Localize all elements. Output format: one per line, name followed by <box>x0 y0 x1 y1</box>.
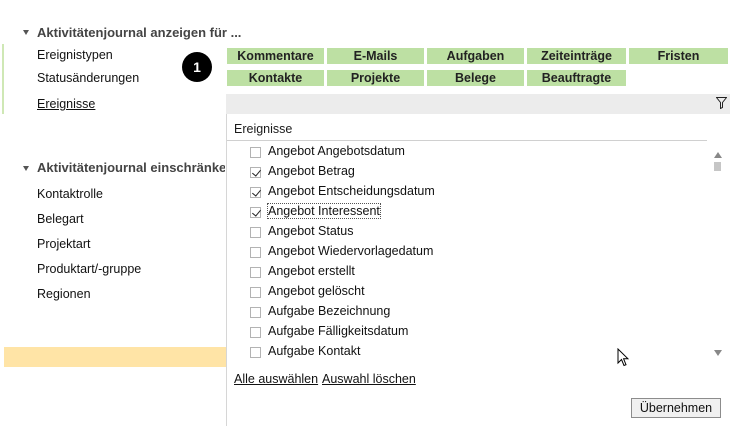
select-all-link[interactable]: Alle auswählen <box>234 372 318 386</box>
checkbox-checked[interactable] <box>250 167 261 178</box>
chip-kommentare[interactable]: Kommentare <box>226 47 325 65</box>
panel-header: Ereignisse <box>227 114 707 141</box>
list-item-label: Aufgabe Bezeichnung <box>268 304 391 318</box>
panel-header-label: Ereignisse <box>234 122 293 136</box>
list-item-label: Angebot Wiedervorlagedatum <box>268 244 434 258</box>
filter-icon[interactable] <box>716 97 727 109</box>
scroll-down-arrow-icon[interactable] <box>714 350 722 356</box>
apply-button[interactable]: Übernehmen <box>631 398 721 418</box>
checkbox[interactable] <box>250 267 261 278</box>
list-item-label: Aufgabe Kontakt <box>268 344 361 358</box>
chip-zeiteintraege[interactable]: Zeiteinträge <box>526 47 627 65</box>
highlight-row <box>4 347 226 367</box>
chip-emails[interactable]: E-Mails <box>326 47 425 65</box>
sidebar-item-statusaenderungen[interactable]: Statusänderungen <box>37 71 139 85</box>
sidebar-item-ereignistypen[interactable]: Ereignistypen <box>37 48 113 62</box>
list-item-label: Angebot Entscheidungsdatum <box>268 184 435 198</box>
checkmark-icon <box>252 167 261 177</box>
sidebar-item-projektart[interactable]: Projektart <box>37 237 91 251</box>
list-item-label: Angebot Interessent <box>267 203 381 219</box>
chip-belege[interactable]: Belege <box>426 69 525 87</box>
events-list: Angebot Angebotsdatum Angebot Betrag Ang… <box>227 142 707 368</box>
checkbox[interactable] <box>250 247 261 258</box>
chip-aufgaben[interactable]: Aufgaben <box>426 47 525 65</box>
list-item-label: Angebot Angebotsdatum <box>268 144 405 158</box>
list-item-label: Angebot erstellt <box>268 264 355 278</box>
sidebar-item-ereignisse[interactable]: Ereignisse <box>37 97 95 111</box>
checkbox-checked[interactable] <box>250 187 261 198</box>
sidebar-item-regionen[interactable]: Regionen <box>37 287 91 301</box>
sidebar-item-kontaktrolle[interactable]: Kontaktrolle <box>37 187 103 201</box>
checkbox-checked[interactable] <box>250 207 261 218</box>
checkbox[interactable] <box>250 287 261 298</box>
sidebar-item-belegart[interactable]: Belegart <box>37 212 84 226</box>
filter-bar <box>226 94 730 114</box>
scrollbar[interactable] <box>711 150 725 360</box>
list-item-label: Angebot gelöscht <box>268 284 365 298</box>
callout-badge-1: 1 <box>182 52 212 82</box>
section1-title[interactable]: Aktivitätenjournal anzeigen für ... <box>37 25 241 40</box>
chip-projekte[interactable]: Projekte <box>326 69 425 87</box>
clear-selection-link[interactable]: Auswahl löschen <box>322 372 416 386</box>
list-item-label: Aufgabe Fälligkeitsdatum <box>268 324 409 338</box>
chip-beauftragte[interactable]: Beauftragte <box>526 69 627 87</box>
collapse-section1-icon[interactable] <box>23 30 29 35</box>
checkbox[interactable] <box>250 147 261 158</box>
scroll-thumb[interactable] <box>714 162 721 171</box>
sidebar-item-produktart[interactable]: Produktart/-gruppe <box>37 262 141 276</box>
checkmark-icon <box>252 187 261 197</box>
mouse-pointer-icon <box>617 348 629 367</box>
scroll-up-arrow-icon[interactable] <box>714 152 722 158</box>
checkbox[interactable] <box>250 327 261 338</box>
section2-title[interactable]: Aktivitätenjournal einschränken <box>37 160 225 175</box>
events-dropdown-panel: Ereignisse Angebot Angebotsdatum Angebot… <box>226 114 730 426</box>
list-item-label: Angebot Betrag <box>268 164 355 178</box>
checkbox[interactable] <box>250 227 261 238</box>
sidebar-accent-top <box>2 44 4 114</box>
checkbox[interactable] <box>250 347 261 358</box>
checkmark-icon <box>252 207 261 217</box>
collapse-section2-icon[interactable] <box>23 166 29 171</box>
chip-kontakte[interactable]: Kontakte <box>226 69 325 87</box>
chip-fristen[interactable]: Fristen <box>628 47 729 65</box>
list-item-label: Angebot Status <box>268 224 354 238</box>
checkbox[interactable] <box>250 307 261 318</box>
